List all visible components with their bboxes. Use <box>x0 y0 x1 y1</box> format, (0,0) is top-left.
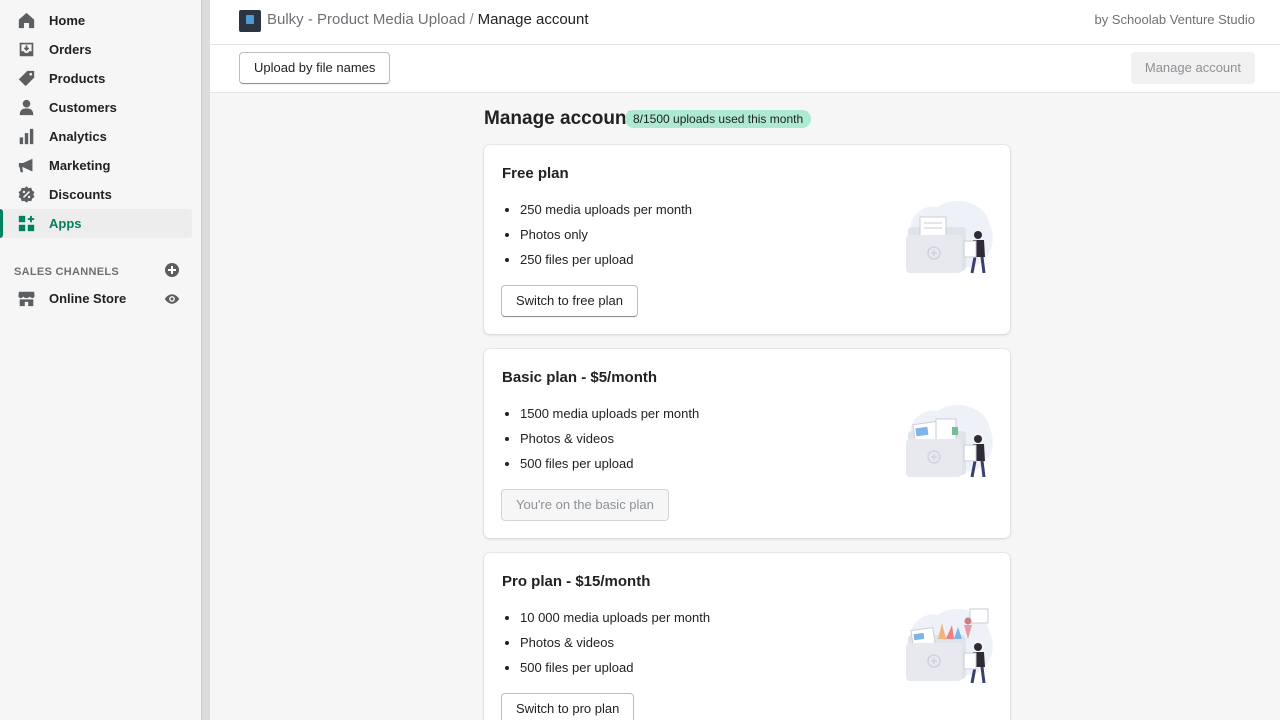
store-icon <box>17 289 36 308</box>
folder-illustration <box>906 608 993 684</box>
sidebar-item-online-store[interactable]: Online Store <box>0 284 192 313</box>
sales-channels-header: SALES CHANNELS <box>14 262 184 278</box>
plan-feature: 1500 media uploads per month <box>520 406 699 431</box>
bulky-logo-icon <box>239 10 261 32</box>
sidebar-divider <box>201 0 210 720</box>
plan-feature: 250 media uploads per month <box>520 202 692 227</box>
plan-feature: Photos only <box>520 227 692 252</box>
sidebar: Home Orders Products Customers Analytics… <box>0 0 201 720</box>
sidebar-item-label: Home <box>49 13 86 28</box>
upload-by-file-names-button[interactable]: Upload by file names <box>239 52 391 84</box>
sidebar-item-label: Marketing <box>49 158 111 173</box>
orders-icon <box>17 40 36 59</box>
sidebar-item-home[interactable]: Home <box>0 6 192 35</box>
sidebar-item-label: Discounts <box>49 187 112 202</box>
sidebar-item-customers[interactable]: Customers <box>0 93 192 122</box>
sales-channels-label: SALES CHANNELS <box>14 266 120 278</box>
eye-icon[interactable] <box>164 291 180 307</box>
plan-title: Free plan <box>502 165 569 182</box>
switch-to-pro-plan-button[interactable]: Switch to pro plan <box>501 693 635 720</box>
plan-feature: 10 000 media uploads per month <box>520 610 710 635</box>
plan-feature: Photos & videos <box>520 635 710 660</box>
megaphone-icon <box>17 156 36 175</box>
sidebar-item-label: Customers <box>49 100 117 115</box>
sidebar-item-apps[interactable]: Apps <box>0 209 192 238</box>
breadcrumb-current: Manage account <box>477 11 589 28</box>
breadcrumb-app-link[interactable]: Bulky - Product Media Upload <box>267 11 465 28</box>
switch-to-free-plan-button[interactable]: Switch to free plan <box>501 285 638 317</box>
plan-features: 10 000 media uploads per month Photos & … <box>520 610 710 685</box>
plan-feature: 500 files per upload <box>520 456 699 481</box>
apps-icon <box>17 214 36 233</box>
developer-byline: by Schoolab Venture Studio <box>1094 12 1255 27</box>
folder-illustration <box>906 201 993 274</box>
plan-title: Pro plan - $15/month <box>502 573 651 590</box>
bar-chart-icon <box>17 127 36 146</box>
breadcrumb: Bulky - Product Media Upload / Manage acco… <box>267 0 589 40</box>
page-title: Manage account <box>484 108 633 129</box>
basic-plan-card: Basic plan - $5/month 1500 media uploads… <box>484 349 1010 538</box>
person-icon <box>17 98 36 117</box>
free-plan-card: Free plan 250 media uploads per month Ph… <box>484 145 1010 334</box>
pro-plan-card: Pro plan - $15/month 10 000 media upload… <box>484 553 1010 720</box>
plan-features: 250 media uploads per month Photos only … <box>520 202 692 277</box>
plan-feature: 250 files per upload <box>520 252 692 277</box>
manage-account-button[interactable]: Manage account <box>1130 52 1255 84</box>
current-basic-plan-button: You're on the basic plan <box>501 489 669 521</box>
sidebar-item-label: Analytics <box>49 129 107 144</box>
usage-badge: 8/1500 uploads used this month <box>625 110 812 128</box>
main-content: Manage account 8/1500 uploads used this … <box>210 93 1280 720</box>
discount-icon <box>17 185 36 204</box>
sidebar-item-discounts[interactable]: Discounts <box>0 180 192 209</box>
sidebar-item-label: Orders <box>49 42 92 57</box>
sidebar-item-analytics[interactable]: Analytics <box>0 122 192 151</box>
plan-feature: Photos & videos <box>520 431 699 456</box>
plan-features: 1500 media uploads per month Photos & vi… <box>520 406 699 481</box>
plan-title: Basic plan - $5/month <box>502 369 658 386</box>
sidebar-item-marketing[interactable]: Marketing <box>0 151 192 180</box>
sidebar-item-products[interactable]: Products <box>0 64 192 93</box>
sidebar-item-label: Apps <box>49 216 82 231</box>
plan-feature: 500 files per upload <box>520 660 710 685</box>
home-icon <box>17 11 36 30</box>
breadcrumb-separator: / <box>469 11 474 28</box>
app-toolbar: Upload by file names Manage account <box>210 45 1280 93</box>
folder-illustration <box>906 405 993 478</box>
add-channel-icon[interactable] <box>165 263 179 277</box>
sidebar-item-orders[interactable]: Orders <box>0 35 192 64</box>
sidebar-item-label: Products <box>49 71 106 86</box>
app-header: Bulky - Product Media Upload / Manage acco… <box>210 0 1280 45</box>
tag-icon <box>17 69 36 88</box>
sidebar-item-label: Online Store <box>49 291 127 306</box>
